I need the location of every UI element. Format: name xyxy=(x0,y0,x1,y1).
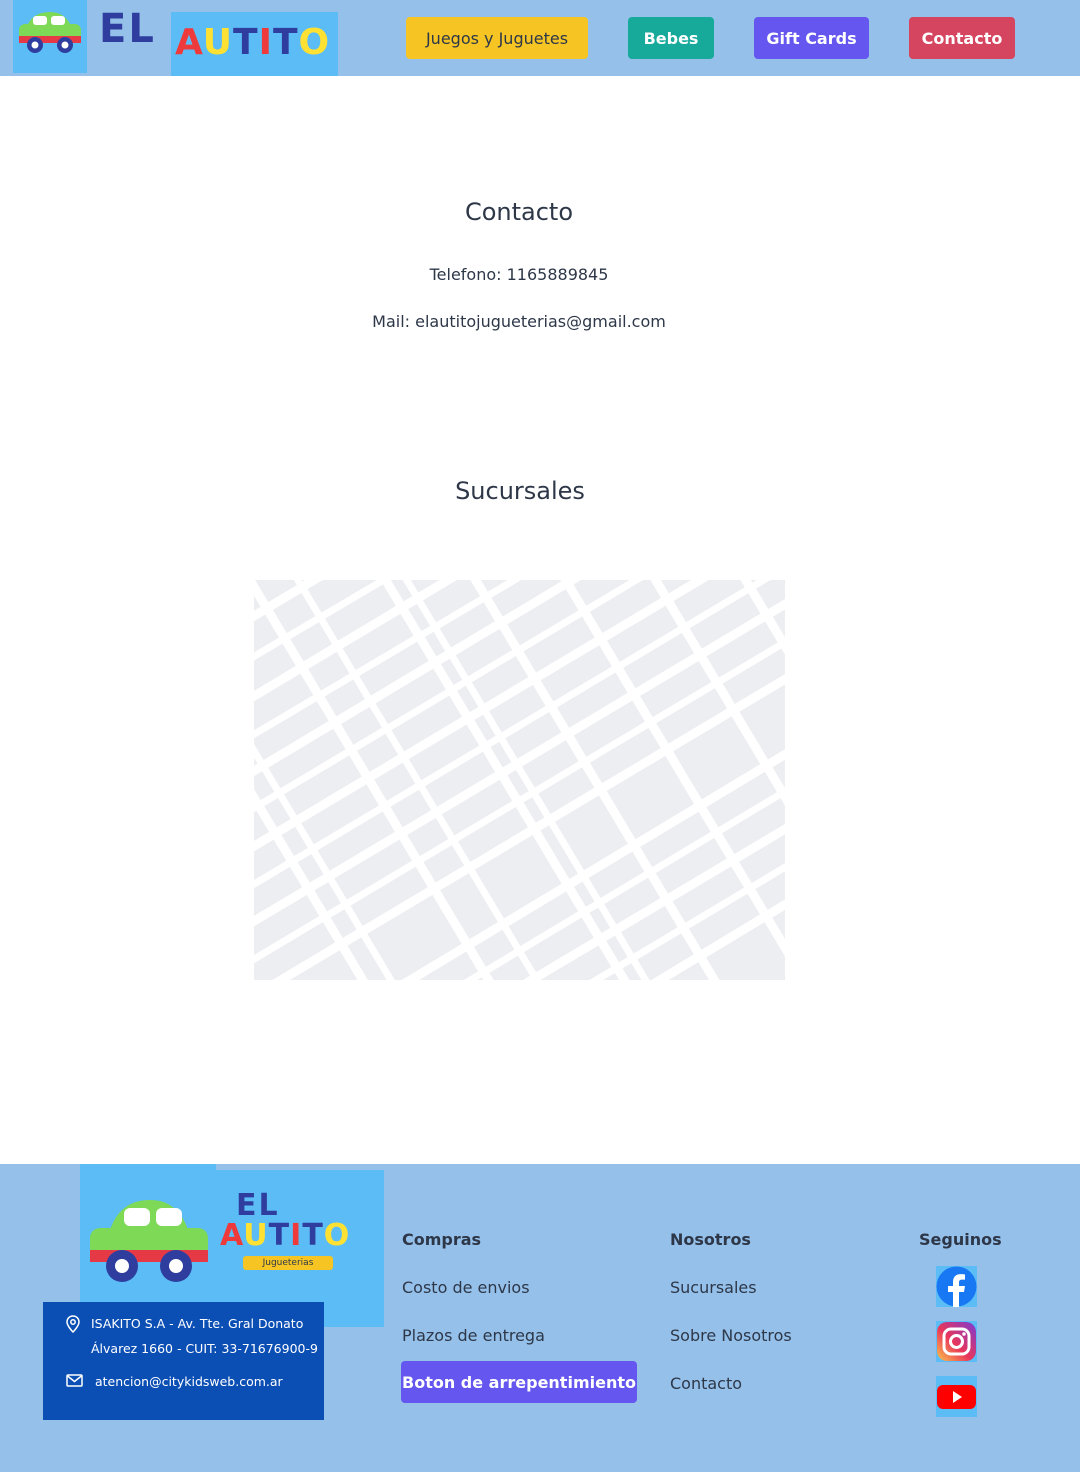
arrepentimiento-button[interactable]: Boton de arrepentimiento xyxy=(401,1361,637,1403)
youtube-icon[interactable] xyxy=(936,1376,977,1417)
company-address-line1: ISAKITO S.A - Av. Tte. Gral Donato xyxy=(91,1316,304,1331)
nosotros-title: Nosotros xyxy=(670,1230,751,1249)
logo-car-panel[interactable] xyxy=(13,0,87,73)
map-streets xyxy=(254,580,785,980)
footer-car-icon xyxy=(90,1200,208,1282)
seguinos-title: Seguinos xyxy=(919,1230,1002,1249)
nav-gift-cards-button[interactable]: Gift Cards xyxy=(754,17,869,59)
compras-title: Compras xyxy=(402,1230,482,1249)
nav-bebes-button[interactable]: Bebes xyxy=(628,17,714,59)
sucursales-map[interactable] xyxy=(254,580,785,980)
footer-contacto-link[interactable]: Contacto xyxy=(670,1374,742,1393)
envelope-icon xyxy=(66,1374,83,1387)
site-footer: EL AUTITO Jugueterias ISAKITO S.A - Av. … xyxy=(0,1164,1080,1472)
sucursales-heading: Sucursales xyxy=(455,477,585,505)
footer-logo-autito: AUTITO xyxy=(220,1218,351,1253)
company-email[interactable]: atencion@citykidsweb.com.ar xyxy=(95,1374,283,1389)
company-address-line2: Álvarez 1660 - CUIT: 33-71676900-9 xyxy=(91,1341,318,1356)
site-header: EL AUTITO Juegos y Juguetes Bebes Gift C… xyxy=(0,0,1080,76)
logo-text-autito[interactable]: AUTITO xyxy=(175,22,330,63)
instagram-icon[interactable] xyxy=(936,1321,977,1362)
location-pin-icon xyxy=(66,1315,80,1333)
nav-contacto-button[interactable]: Contacto xyxy=(909,17,1015,59)
car-icon xyxy=(19,12,81,53)
contacto-heading: Contacto xyxy=(464,198,574,226)
footer-logo-tagline: Jugueterias xyxy=(243,1256,333,1270)
nav-juegos-button[interactable]: Juegos y Juguetes xyxy=(406,17,588,59)
logo-text-el[interactable]: EL xyxy=(99,6,156,52)
telefono-text: Telefono: 1165889845 xyxy=(429,265,609,284)
facebook-icon[interactable] xyxy=(936,1266,977,1307)
costo-envios-link[interactable]: Costo de envios xyxy=(402,1278,530,1297)
plazos-entrega-link[interactable]: Plazos de entrega xyxy=(402,1326,545,1345)
sobre-nosotros-link[interactable]: Sobre Nosotros xyxy=(670,1326,792,1345)
sucursales-link[interactable]: Sucursales xyxy=(670,1278,757,1297)
mail-text: Mail: elautitojugueterias@gmail.com xyxy=(372,312,666,331)
company-info-box: ISAKITO S.A - Av. Tte. Gral Donato Álvar… xyxy=(43,1302,324,1420)
